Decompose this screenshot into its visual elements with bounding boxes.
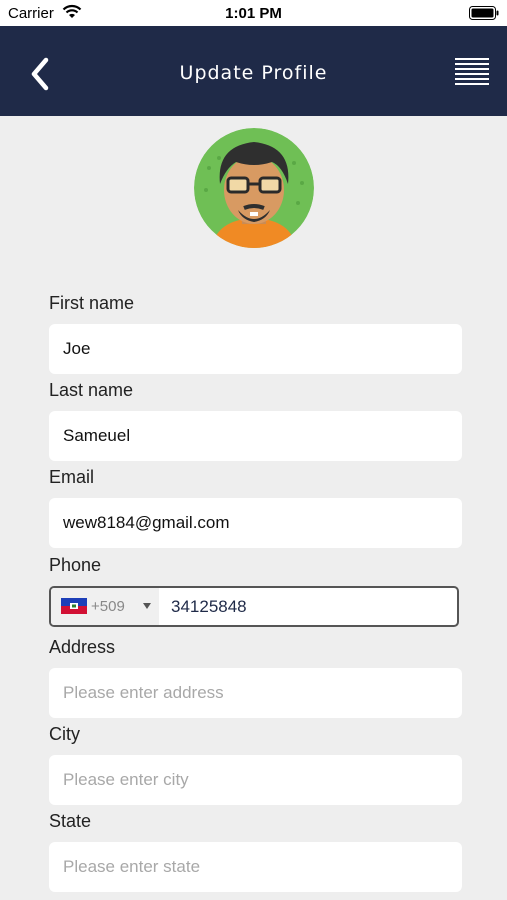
- clock: 1:01 PM: [225, 5, 282, 22]
- nav-bar: Update Profile: [0, 26, 507, 116]
- state-label: State: [49, 811, 92, 831]
- page-title: Update Profile: [179, 62, 328, 84]
- chevron-down-icon: [143, 603, 151, 609]
- state-input[interactable]: [49, 842, 462, 892]
- phone-input[interactable]: [171, 588, 456, 625]
- dial-code: +509: [91, 598, 125, 615]
- city-label: City: [49, 724, 80, 744]
- country-code-select[interactable]: +509: [51, 588, 159, 625]
- phone-label: Phone: [49, 555, 102, 575]
- first-name-input[interactable]: [49, 324, 462, 374]
- phone-field: +509: [49, 586, 459, 627]
- menu-icon[interactable]: [454, 56, 490, 88]
- email-label: Email: [49, 467, 95, 487]
- haiti-flag-icon: [61, 598, 87, 614]
- status-bar: Carrier 1:01 PM: [0, 0, 507, 26]
- address-label: Address: [49, 637, 116, 657]
- avatar[interactable]: [194, 128, 314, 248]
- battery-icon: [469, 6, 499, 20]
- email-input[interactable]: [49, 498, 462, 548]
- city-input[interactable]: [49, 755, 462, 805]
- address-input[interactable]: [49, 668, 462, 718]
- last-name-input[interactable]: [49, 411, 462, 461]
- first-name-label: First name: [49, 293, 135, 313]
- last-name-label: Last name: [49, 380, 134, 400]
